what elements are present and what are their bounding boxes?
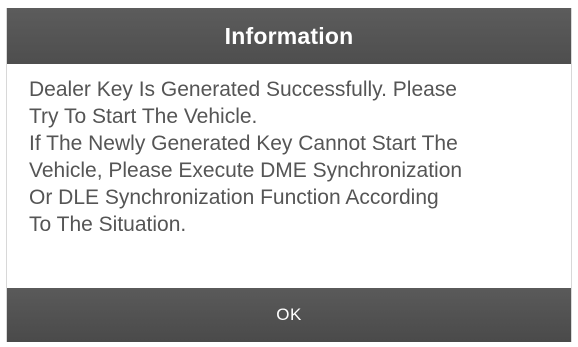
- ok-button[interactable]: OK: [7, 288, 571, 342]
- dialog-header: Information: [7, 8, 571, 64]
- ok-button-label: OK: [276, 305, 302, 324]
- dialog-title: Information: [224, 22, 354, 49]
- information-dialog: Information Dealer Key Is Generated Succ…: [6, 8, 572, 342]
- dialog-body: Dealer Key Is Generated Successfully. Pl…: [7, 64, 571, 288]
- dialog-message: Dealer Key Is Generated Successfully. Pl…: [29, 78, 463, 236]
